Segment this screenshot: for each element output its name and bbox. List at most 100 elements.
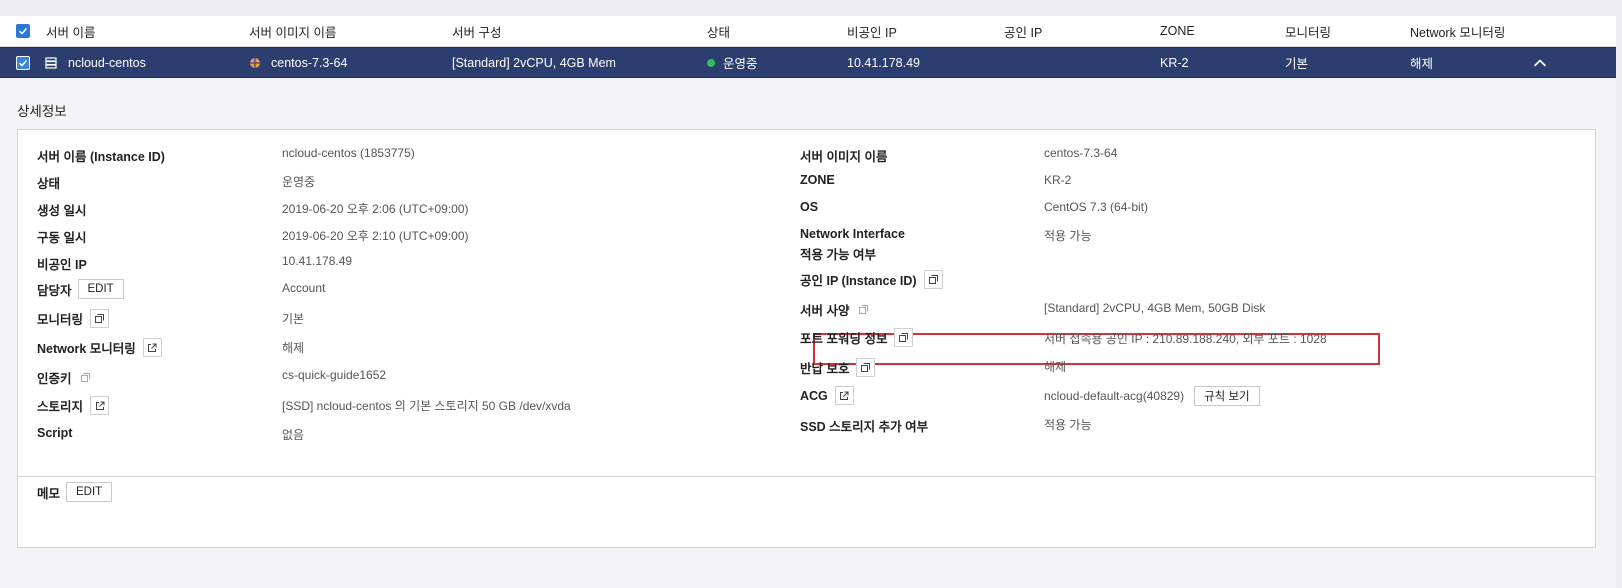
network-monitoring-link-button[interactable] (142, 338, 162, 357)
return-protection-copy-button[interactable] (856, 358, 876, 377)
row-server-image: centos-7.3-64 (271, 55, 348, 70)
label-storage: 스토리지 (37, 400, 84, 414)
label-owner: 담당자 (37, 283, 72, 298)
copy-icon (899, 333, 909, 342)
monitoring-label-group: 모니터링 (37, 309, 110, 328)
auth-key-copy-button[interactable] (79, 371, 93, 385)
row-server-name[interactable]: ncloud-centos (68, 48, 146, 77)
port-forwarding-copy-button[interactable] (894, 328, 914, 347)
external-link-icon (840, 391, 849, 400)
memo-panel (17, 477, 1596, 548)
col-public-ip[interactable]: 공인 IP (1004, 16, 1042, 46)
copy-icon (95, 314, 105, 323)
value-acg: ncloud-default-acg(40829) (1044, 389, 1185, 403)
label-acg: ACG (800, 388, 828, 403)
label-private-ip: 비공인 IP (37, 258, 87, 272)
label-memo: 메모 (37, 486, 61, 501)
row-checkbox[interactable] (16, 48, 30, 77)
label-server-name: 서버 이름 (Instance ID) (37, 150, 165, 164)
label-zone: ZONE (800, 173, 835, 187)
port-forwarding-label-group: 포트 포워딩 정보 (800, 328, 914, 347)
col-zone[interactable]: ZONE (1160, 16, 1195, 46)
row-status: 운영중 (707, 48, 758, 77)
chevron-up-icon (1533, 58, 1547, 67)
copy-icon (861, 363, 871, 372)
label-network-monitoring: Network 모니터링 (37, 342, 136, 356)
label-server-image: 서버 이미지 이름 (800, 150, 888, 164)
value-script: 없음 (282, 428, 305, 442)
memo-label-group: 메모 EDIT (37, 482, 113, 502)
col-network-monitoring[interactable]: Network 모니터링 (1410, 16, 1505, 46)
value-started: 2019-06-20 오후 2:10 (UTC+09:00) (282, 229, 469, 243)
label-return-protection: 반납 보호 (800, 362, 850, 376)
table-row[interactable]: ncloud-centos centos-7.3-64 [Standard] 2… (0, 47, 1616, 78)
label-port-forwarding: 포트 포워딩 정보 (800, 332, 888, 346)
value-server-image: centos-7.3-64 (1044, 146, 1118, 160)
label-created: 생성 일시 (37, 204, 87, 218)
value-storage: [SSD] ncloud-centos 의 기본 스토리지 50 GB /dev… (282, 399, 571, 413)
memo-edit-button[interactable]: EDIT (66, 482, 113, 502)
check-icon (16, 55, 30, 70)
storage-link-button[interactable] (90, 396, 110, 415)
value-zone: KR-2 (1044, 173, 1072, 187)
server-icon (45, 48, 57, 77)
label-auth-key: 인증키 (37, 372, 72, 386)
row-monitoring: 기본 (1285, 57, 1309, 71)
acg-label-group: ACG (800, 386, 854, 405)
collapse-button[interactable] (1533, 48, 1547, 77)
label-network-interface: Network Interface (800, 227, 905, 241)
row-server-spec: [Standard] 2vCPU, 4GB Mem (452, 55, 616, 70)
value-monitoring: 기본 (282, 312, 305, 326)
return-protection-label-group: 반납 보호 (800, 358, 876, 377)
value-private-ip: 10.41.178.49 (282, 254, 353, 268)
top-strip (0, 0, 1622, 16)
value-server-name: ncloud-centos (1853775) (282, 146, 415, 160)
label-ssd-storage: SSD 스토리지 추가 여부 (800, 420, 929, 434)
monitoring-copy-button[interactable] (90, 309, 110, 328)
label-os: OS (800, 200, 819, 214)
label-public-ip: 공인 IP (Instance ID) (800, 274, 917, 288)
value-status: 운영중 (282, 175, 316, 189)
view-rules-button[interactable]: 규칙 보기 (1194, 386, 1260, 406)
label-server-spec: 서버 사양 (800, 304, 850, 318)
acg-value-group: ncloud-default-acg(40829) 규칙 보기 (1044, 386, 1260, 406)
server-spec-copy-button[interactable] (856, 303, 870, 317)
col-server-spec[interactable]: 서버 구성 (452, 16, 501, 46)
col-server-name[interactable]: 서버 이름 (46, 16, 95, 46)
select-all-checkbox[interactable] (16, 16, 30, 46)
value-network-monitoring: 해제 (282, 341, 305, 355)
value-port-forwarding: 서버 접속용 공인 IP : 210.89.188.240, 외부 포트 : 1… (1044, 332, 1327, 346)
auth-key-label-group: 인증키 (37, 368, 93, 387)
row-zone: KR-2 (1160, 55, 1189, 70)
check-icon (16, 24, 30, 38)
label-script: Script (37, 426, 73, 440)
owner-label-group: 담당자 EDIT (37, 279, 124, 299)
row-status-text: 운영중 (723, 57, 758, 71)
server-spec-label-group: 서버 사양 (800, 300, 870, 319)
value-ssd-storage: 적용 가능 (1044, 418, 1092, 432)
col-status[interactable]: 상태 (707, 16, 730, 46)
value-owner: Account (282, 281, 326, 295)
table-header: 서버 이름 서버 이미지 이름 서버 구성 상태 비공인 IP 공인 IP ZO… (0, 16, 1616, 47)
label-started: 구동 일시 (37, 231, 87, 245)
col-private-ip[interactable]: 비공인 IP (847, 16, 897, 46)
value-os: CentOS 7.3 (64-bit) (1044, 200, 1149, 214)
status-dot (707, 58, 715, 67)
public-ip-label-group: 공인 IP (Instance ID) (800, 270, 943, 289)
row-private-ip: 10.41.178.49 (847, 55, 920, 70)
page-gutter (1616, 16, 1622, 588)
label-monitoring: 모니터링 (37, 313, 84, 327)
value-network-interface: 적용 가능 (1044, 229, 1092, 243)
copy-icon (81, 373, 91, 382)
acg-link-button[interactable] (834, 386, 854, 405)
public-ip-copy-button[interactable] (923, 270, 943, 289)
owner-edit-button[interactable]: EDIT (77, 279, 124, 299)
copy-icon (858, 305, 868, 314)
centos-logo-icon (249, 48, 261, 77)
value-auth-key: cs-quick-guide1652 (282, 368, 387, 382)
col-server-image[interactable]: 서버 이미지 이름 (249, 16, 336, 46)
col-monitoring[interactable]: 모니터링 (1285, 16, 1331, 46)
label-status: 상태 (37, 177, 61, 191)
value-return-protection: 해제 (1044, 360, 1067, 374)
label-network-interface-2: 적용 가능 여부 (800, 248, 876, 262)
